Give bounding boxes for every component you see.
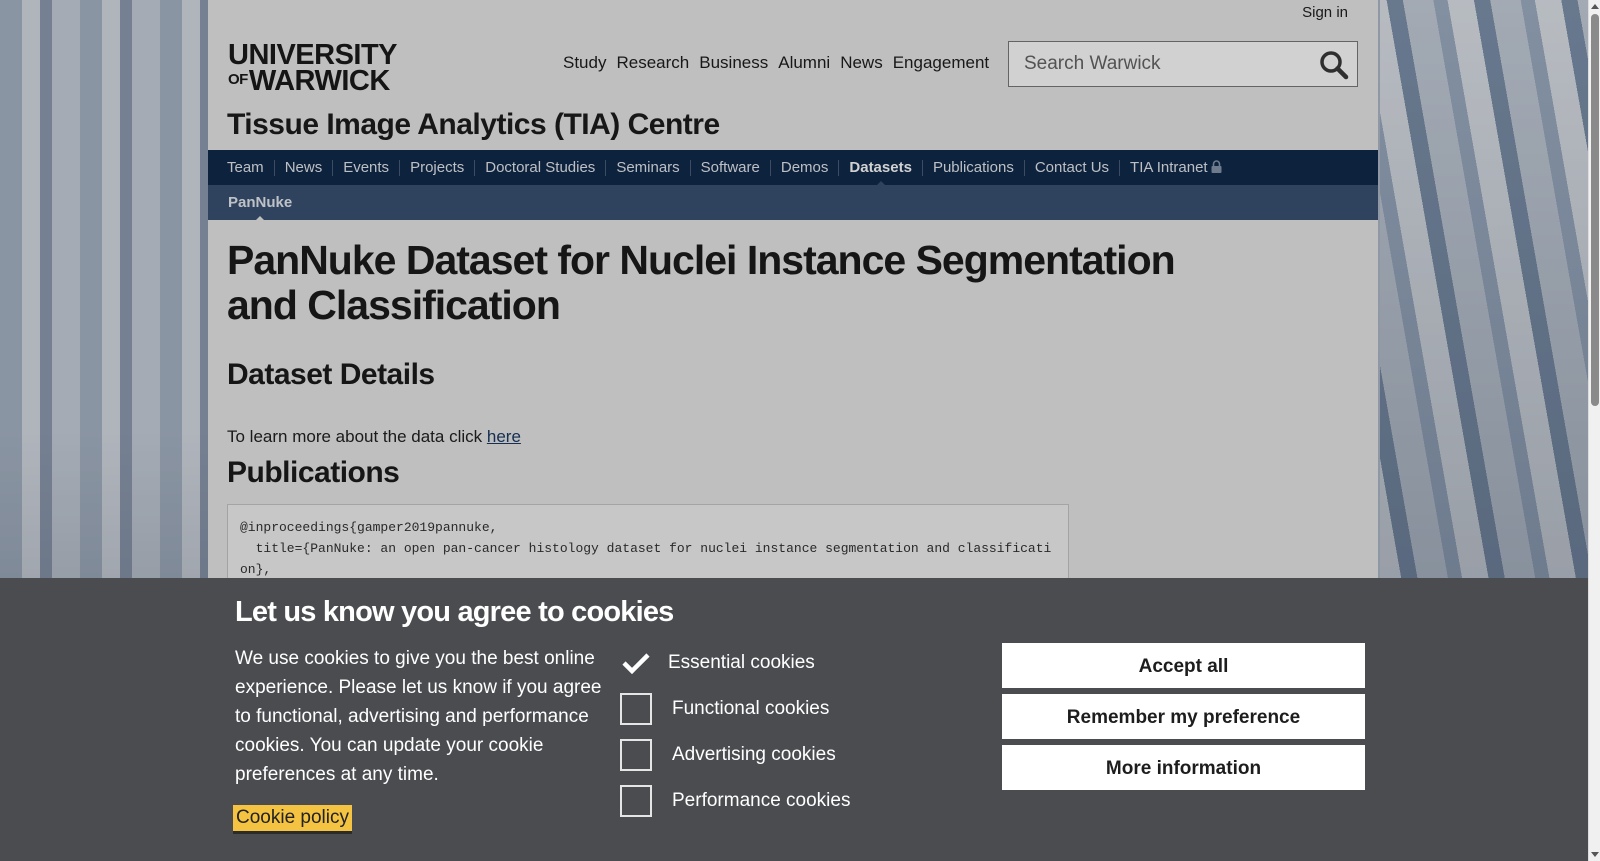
main-nav-study[interactable]: Study — [563, 53, 606, 73]
scroll-up-arrow-icon[interactable] — [1591, 4, 1599, 9]
main-nav: Study Research Business Alumni News Enga… — [563, 53, 989, 73]
learn-more-text: To learn more about the data click here — [227, 427, 521, 447]
dept-nav-datasets[interactable]: Datasets — [838, 159, 922, 187]
main-nav-alumni[interactable]: Alumni — [778, 53, 830, 73]
dept-nav-publications[interactable]: Publications — [921, 159, 1024, 176]
main-nav-engagement[interactable]: Engagement — [893, 53, 989, 73]
here-link[interactable]: here — [487, 427, 521, 446]
functional-cookies-checkbox[interactable] — [620, 693, 652, 725]
cookie-description: We use cookies to give you the best onli… — [235, 648, 602, 785]
sign-in-link[interactable]: Sign in — [1302, 4, 1348, 21]
logo-of: OF — [228, 71, 248, 89]
cookie-heading: Let us know you agree to cookies — [235, 596, 674, 628]
more-information-button[interactable]: More information — [1002, 745, 1365, 790]
dept-nav-news[interactable]: News — [273, 159, 333, 176]
dept-nav-team[interactable]: Team — [227, 159, 274, 176]
performance-cookies-label[interactable]: Performance cookies — [672, 790, 850, 812]
accept-all-button[interactable]: Accept all — [1002, 643, 1365, 688]
essential-cookies-option: Essential cookies — [620, 640, 850, 686]
advertising-cookies-label[interactable]: Advertising cookies — [672, 744, 836, 766]
cookie-options: Essential cookies Functional cookies Adv… — [620, 640, 850, 824]
checkmark-icon — [620, 647, 652, 679]
search-input[interactable] — [1009, 52, 1309, 76]
performance-cookies-checkbox[interactable] — [620, 785, 652, 817]
scroll-down-arrow-icon[interactable] — [1591, 852, 1599, 857]
cookie-policy-link[interactable]: Cookie policy — [233, 805, 352, 834]
remember-preference-button[interactable]: Remember my preference — [1002, 694, 1365, 739]
essential-cookies-label: Essential cookies — [668, 652, 815, 673]
publications-heading: Publications — [227, 456, 400, 489]
dept-nav-seminars[interactable]: Seminars — [605, 159, 689, 176]
advertising-cookies-option[interactable]: Advertising cookies — [620, 732, 850, 778]
scroll-thumb[interactable] — [1591, 14, 1599, 406]
functional-cookies-label[interactable]: Functional cookies — [672, 698, 829, 720]
university-logo[interactable]: UNIVERSITY OFWARWICK — [228, 40, 398, 98]
dataset-details-heading: Dataset Details — [227, 358, 435, 391]
dept-nav-demos[interactable]: Demos — [769, 159, 839, 176]
lock-icon — [1211, 159, 1222, 173]
search-box — [1008, 41, 1358, 87]
tia-intranet-label: TIA Intranet — [1130, 158, 1208, 176]
advertising-cookies-checkbox[interactable] — [620, 739, 652, 771]
dept-nav-software[interactable]: Software — [689, 159, 770, 176]
functional-cookies-option[interactable]: Functional cookies — [620, 686, 850, 732]
sub-nav: PanNuke — [208, 185, 1378, 222]
dept-nav-tia-intranet[interactable]: TIA Intranet — [1119, 158, 1232, 176]
logo-warwick: WARWICK — [248, 65, 390, 98]
vertical-scrollbar[interactable] — [1588, 0, 1600, 861]
main-nav-business[interactable]: Business — [699, 53, 768, 73]
site-title[interactable]: Tissue Image Analytics (TIA) Centre — [227, 108, 720, 142]
department-nav: Team News Events Projects Doctoral Studi… — [208, 150, 1378, 187]
sub-nav-pannuke[interactable]: PanNuke — [228, 194, 292, 222]
dept-nav-projects[interactable]: Projects — [399, 159, 474, 176]
logo-line2: OFWARWICK — [228, 65, 397, 98]
cookie-buttons: Accept all Remember my preference More i… — [1002, 643, 1365, 796]
main-nav-research[interactable]: Research — [616, 53, 689, 73]
learn-more-label: To learn more about the data click — [227, 427, 487, 446]
dept-nav-doctoral-studies[interactable]: Doctoral Studies — [474, 159, 605, 176]
cookie-banner: Let us know you agree to cookies We use … — [0, 578, 1588, 861]
performance-cookies-option[interactable]: Performance cookies — [620, 778, 850, 824]
dept-nav-events[interactable]: Events — [332, 159, 399, 176]
page-title: PanNuke Dataset for Nuclei Instance Segm… — [227, 237, 1176, 328]
search-icon[interactable] — [1319, 50, 1349, 80]
dept-nav-contact-us[interactable]: Contact Us — [1023, 159, 1119, 176]
main-nav-news[interactable]: News — [840, 53, 883, 73]
